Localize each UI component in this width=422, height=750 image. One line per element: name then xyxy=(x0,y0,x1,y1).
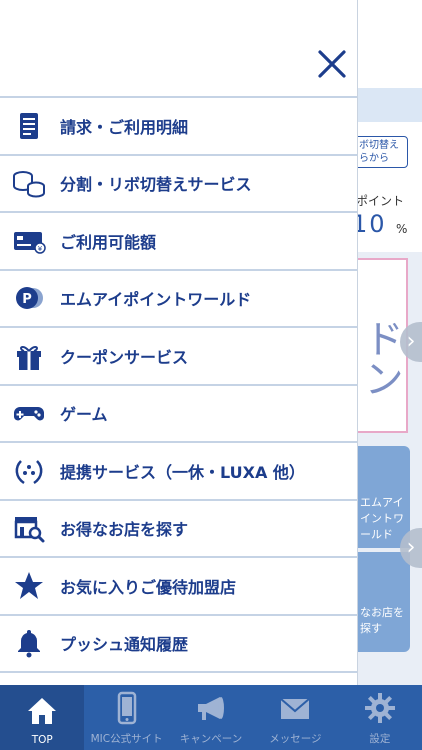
invoice-icon xyxy=(10,107,48,145)
tab-label: メッセージ xyxy=(269,733,322,745)
svg-text:P: P xyxy=(22,292,32,307)
envelope-icon xyxy=(280,698,311,719)
menu-item-favorite-stores[interactable]: お気に入りご優待加盟店 xyxy=(0,558,357,616)
tab-message[interactable]: メッセージ xyxy=(253,685,337,750)
drawer-menu-list: 請求・ご利用明細 分割・リボ切替えサービス ¥ ご利用可能額 P エムアイポイン… xyxy=(0,98,357,673)
credit-card-icon: ¥ xyxy=(10,222,48,260)
svg-text:¥: ¥ xyxy=(38,245,43,253)
menu-item-label: プッシュ通知履歴 xyxy=(60,635,189,655)
store-search-icon xyxy=(10,509,48,547)
tab-settings[interactable]: 設定 xyxy=(338,685,422,750)
tab-campaign[interactable]: キャンペーン xyxy=(169,685,253,750)
close-button[interactable] xyxy=(314,46,350,82)
gamepad-icon xyxy=(10,394,48,432)
store-search-tile[interactable]: なお店を 探す xyxy=(358,552,410,652)
menu-item-store-search[interactable]: お得なお店を探す xyxy=(0,501,357,558)
menu-item-invoice[interactable]: 請求・ご利用明細 xyxy=(0,98,357,156)
menu-item-partner-services[interactable]: 提携サービス（一休・LUXA 他） xyxy=(0,443,357,501)
menu-item-push-history[interactable]: プッシュ通知履歴 xyxy=(0,616,357,673)
menu-item-label: 分割・リボ切替えサービス xyxy=(60,175,252,195)
home-icon xyxy=(28,698,57,724)
menu-item-game[interactable]: ゲーム xyxy=(0,386,357,443)
bell-icon xyxy=(10,624,48,662)
point-world-tile[interactable]: エムアイ イントワールド xyxy=(358,446,410,548)
star-icon xyxy=(10,567,48,605)
point-rate-unit: % xyxy=(396,222,408,236)
drawer-header xyxy=(0,0,357,98)
drawer-menu: 請求・ご利用明細 分割・リボ切替えサービス ¥ ご利用可能額 P エムアイポイン… xyxy=(0,0,358,685)
tab-label: TOP xyxy=(31,734,53,746)
tab-top[interactable]: TOP xyxy=(0,685,85,750)
menu-item-label: ご利用可能額 xyxy=(60,232,157,252)
bottom-tab-bar: TOP MIC公式サイト キャンペーン メッセージ 設定 xyxy=(0,685,422,750)
menu-item-label: ゲーム xyxy=(60,405,108,425)
menu-item-label: クーポンサービス xyxy=(60,347,189,367)
tab-mic-official-site[interactable]: MIC公式サイト xyxy=(84,685,168,750)
point-rate-label: ポイント xyxy=(356,194,405,208)
megaphone-icon xyxy=(198,697,225,720)
menu-item-installment-revolving[interactable]: 分割・リボ切替えサービス xyxy=(0,156,357,213)
menu-item-label: お得なお店を探す xyxy=(60,520,189,540)
promo-banner-text: ドン xyxy=(357,318,403,398)
menu-item-coupon[interactable]: クーポンサービス xyxy=(0,328,357,386)
coins-icon xyxy=(10,164,48,202)
smartphone-icon xyxy=(117,691,136,725)
gift-icon xyxy=(10,337,48,375)
menu-item-label: 請求・ご利用明細 xyxy=(60,117,189,137)
gear-icon xyxy=(364,693,395,723)
close-icon xyxy=(318,50,346,78)
menu-item-label: お気に入りご優待加盟店 xyxy=(60,577,237,597)
main-blue-band xyxy=(358,88,422,122)
laurel-icon xyxy=(10,452,48,490)
tab-label: キャンペーン xyxy=(179,733,243,745)
menu-item-available-amount[interactable]: ¥ ご利用可能額 xyxy=(0,213,357,271)
tab-label: 設定 xyxy=(369,733,391,745)
menu-item-point-world[interactable]: P エムアイポイントワールド xyxy=(0,271,357,328)
menu-item-label: エムアイポイントワールド xyxy=(60,290,252,310)
point-coin-icon: P xyxy=(10,279,48,317)
tab-label: MIC公式サイト xyxy=(90,733,163,745)
menu-item-label: 提携サービス（一休・LUXA 他） xyxy=(60,462,305,482)
main-header xyxy=(358,0,422,88)
